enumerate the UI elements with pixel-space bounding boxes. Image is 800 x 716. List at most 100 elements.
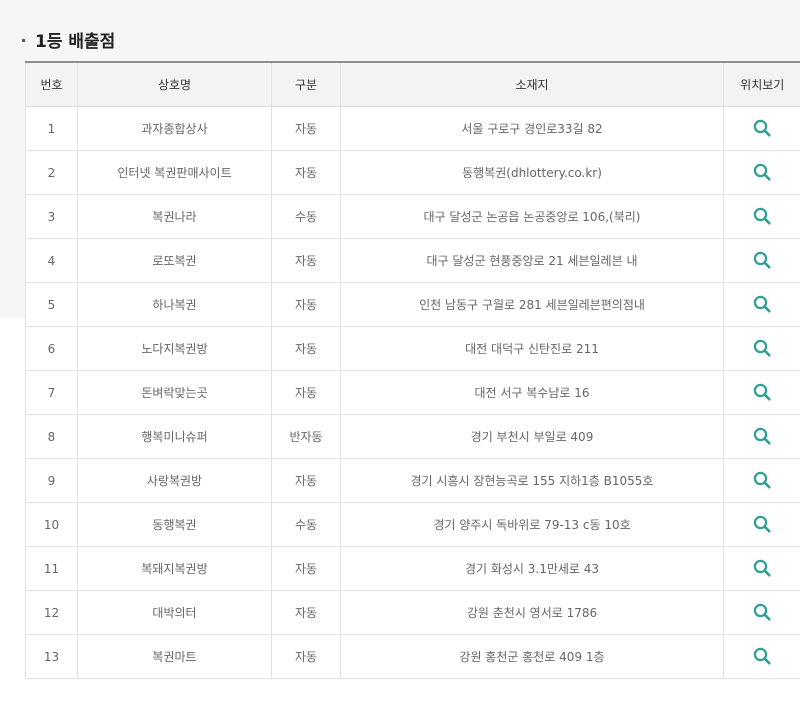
cell-number: 2: [25, 150, 78, 195]
table-row: 12 대박의터 자동 강원 춘천시 영서로 1786: [25, 590, 800, 635]
table-row: 13 복권마트 자동 강원 홍천군 홍천로 409 1층: [25, 634, 800, 679]
header-address: 소재지: [340, 62, 724, 107]
cell-type: 자동: [271, 238, 341, 283]
table-row: 5 하나복권 자동 인천 남동구 구월로 281 세븐일레븐편의점내: [25, 282, 800, 327]
cell-location: [723, 502, 800, 547]
search-icon: [754, 119, 771, 137]
cell-number: 11: [25, 546, 78, 591]
cell-location: [723, 546, 800, 591]
cell-store-name: 행복미니슈퍼: [77, 414, 272, 459]
cell-number: 6: [25, 326, 78, 371]
location-search-button[interactable]: [751, 293, 773, 315]
location-search-button[interactable]: [751, 601, 773, 623]
location-search-button[interactable]: [751, 337, 773, 359]
location-search-button[interactable]: [751, 205, 773, 227]
cell-address: 인천 남동구 구월로 281 세븐일레븐편의점내: [340, 282, 724, 327]
header-location: 위치보기: [723, 62, 800, 107]
cell-store-name: 로또복권: [77, 238, 272, 283]
cell-address: 경기 화성시 3.1만세로 43: [340, 546, 724, 591]
cell-address: 대전 서구 복수남로 16: [340, 370, 724, 415]
table-row: 8 행복미니슈퍼 반자동 경기 부천시 부일로 409: [25, 414, 800, 459]
section-title: 1등 배출점: [22, 26, 115, 52]
cell-location: [723, 194, 800, 239]
table-header-row: 번호 상호명 구분 소재지 위치보기: [25, 62, 800, 107]
cell-address: 대전 대덕구 신탄진로 211: [340, 326, 724, 371]
table-row: 6 노다지복권방 자동 대전 대덕구 신탄진로 211: [25, 326, 800, 371]
location-search-button[interactable]: [751, 425, 773, 447]
cell-location: [723, 282, 800, 327]
cell-store-name: 복권나라: [77, 194, 272, 239]
cell-address: 동행복권(dhlottery.co.kr): [340, 150, 724, 195]
cell-store-name: 동행복권: [77, 502, 272, 547]
section-title-text: 1등 배출점: [35, 31, 116, 52]
cell-address: 경기 시흥시 장현능곡로 155 지하1층 B1055호: [340, 458, 724, 503]
cell-store-name: 하나복권: [77, 282, 272, 327]
cell-type: 자동: [271, 326, 341, 371]
cell-location: [723, 370, 800, 415]
search-icon: [754, 647, 771, 665]
search-icon: [754, 559, 771, 577]
location-search-button[interactable]: [751, 249, 773, 271]
cell-store-name: 대박의터: [77, 590, 272, 635]
location-search-button[interactable]: [751, 469, 773, 491]
cell-store-name: 돈벼락맞는곳: [77, 370, 272, 415]
cell-location: [723, 150, 800, 195]
cell-location: [723, 326, 800, 371]
cell-number: 9: [25, 458, 78, 503]
cell-type: 자동: [271, 458, 341, 503]
search-icon: [754, 603, 771, 621]
search-icon: [754, 427, 771, 445]
table-row: 4 로또복권 자동 대구 달성군 현풍중앙로 21 세븐일레븐 내: [25, 238, 800, 283]
cell-number: 8: [25, 414, 78, 459]
location-search-button[interactable]: [751, 557, 773, 579]
header-type: 구분: [271, 62, 341, 107]
location-search-button[interactable]: [751, 161, 773, 183]
winning-stores-table: 번호 상호명 구분 소재지 위치보기 1 과자종합상사 자동 서울 구로구 경인로33…: [25, 61, 800, 679]
cell-address: 대구 달성군 논공읍 논공중앙로 106,(북리): [340, 194, 724, 239]
cell-type: 자동: [271, 106, 341, 151]
cell-address: 강원 홍천군 홍천로 409 1층: [340, 634, 724, 679]
cell-type: 자동: [271, 282, 341, 327]
cell-type: 반자동: [271, 414, 341, 459]
cell-location: [723, 238, 800, 283]
cell-address: 서울 구로구 경인로33길 82: [340, 106, 724, 151]
search-icon: [754, 383, 771, 401]
cell-type: 자동: [271, 150, 341, 195]
cell-store-name: 복권마트: [77, 634, 272, 679]
cell-type: 자동: [271, 370, 341, 415]
cell-store-name: 과자종합상사: [77, 106, 272, 151]
location-search-button[interactable]: [751, 117, 773, 139]
header-store-name: 상호명: [77, 62, 272, 107]
cell-store-name: 인터넷 복권판매사이트: [77, 150, 272, 195]
table-row: 9 사랑복권방 자동 경기 시흥시 장현능곡로 155 지하1층 B1055호: [25, 458, 800, 503]
cell-location: [723, 634, 800, 679]
title-bullet-icon: [22, 38, 25, 42]
location-search-button[interactable]: [751, 381, 773, 403]
table-row: 2 인터넷 복권판매사이트 자동 동행복권(dhlottery.co.kr): [25, 150, 800, 195]
location-search-button[interactable]: [751, 645, 773, 667]
cell-type: 자동: [271, 634, 341, 679]
cell-store-name: 사랑복권방: [77, 458, 272, 503]
table-row: 7 돈벼락맞는곳 자동 대전 서구 복수남로 16: [25, 370, 800, 415]
cell-address: 경기 부천시 부일로 409: [340, 414, 724, 459]
cell-address: 경기 양주시 독바위로 79-13 c동 10호: [340, 502, 724, 547]
table-row: 1 과자종합상사 자동 서울 구로구 경인로33길 82: [25, 106, 800, 151]
cell-address: 대구 달성군 현풍중앙로 21 세븐일레븐 내: [340, 238, 724, 283]
cell-number: 7: [25, 370, 78, 415]
cell-store-name: 노다지복권방: [77, 326, 272, 371]
search-icon: [754, 339, 771, 357]
cell-location: [723, 590, 800, 635]
location-search-button[interactable]: [751, 513, 773, 535]
cell-number: 5: [25, 282, 78, 327]
header-number: 번호: [25, 62, 78, 107]
cell-location: [723, 458, 800, 503]
search-icon: [754, 295, 771, 313]
cell-address: 강원 춘천시 영서로 1786: [340, 590, 724, 635]
cell-store-name: 복돼지복권방: [77, 546, 272, 591]
cell-number: 10: [25, 502, 78, 547]
table-row: 11 복돼지복권방 자동 경기 화성시 3.1만세로 43: [25, 546, 800, 591]
search-icon: [754, 515, 771, 533]
search-icon: [754, 207, 771, 225]
table-row: 10 동행복권 수동 경기 양주시 독바위로 79-13 c동 10호: [25, 502, 800, 547]
search-icon: [754, 251, 771, 269]
